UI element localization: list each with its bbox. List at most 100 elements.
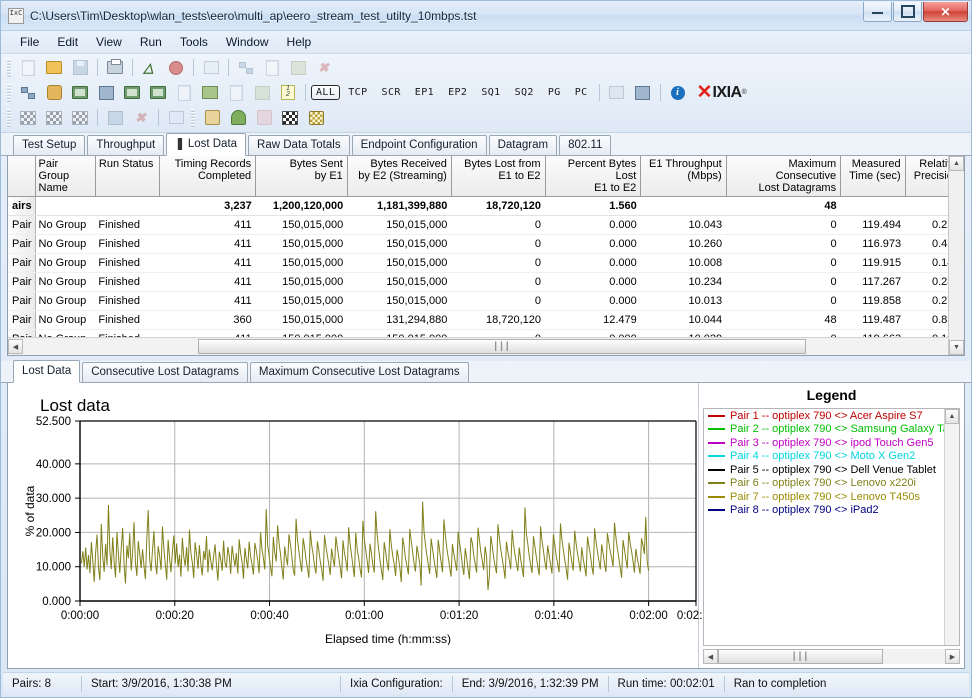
sort-ascending-button[interactable] xyxy=(103,106,127,129)
renumber-button[interactable]: 12 xyxy=(276,81,300,104)
column-header-2[interactable]: Run Status xyxy=(95,156,161,197)
column-header-6[interactable]: Bytes Lost from E1 to E2 xyxy=(451,156,546,197)
column-header-3[interactable]: Timing Records Completed xyxy=(159,156,257,197)
menu-file[interactable]: File xyxy=(11,33,48,51)
filter-pg-button[interactable]: PG xyxy=(542,87,567,98)
toolbar-grip[interactable] xyxy=(7,83,11,102)
hscroll-thumb[interactable]: ┃┃┃ xyxy=(198,339,806,354)
table-row[interactable]: Pair 3No GroupFinished411150,015,000150,… xyxy=(8,253,964,273)
menu-edit[interactable]: Edit xyxy=(48,33,87,51)
menu-run[interactable]: Run xyxy=(131,33,171,51)
column-header-7[interactable]: Percent Bytes Lost E1 to E2 xyxy=(545,156,642,197)
abort-button[interactable] xyxy=(252,106,276,129)
hscroll-track-left[interactable] xyxy=(23,339,198,354)
network-button[interactable] xyxy=(94,81,118,104)
tab-lost-data[interactable]: ❚ Lost Data xyxy=(166,133,247,156)
column-header-5[interactable]: Bytes Received by E2 (Streaming) xyxy=(347,156,452,197)
delete-button[interactable]: ✖ xyxy=(312,56,336,79)
legend-item[interactable]: Pair 7 -- optiplex 790 <> Lenovo T450s xyxy=(704,490,959,504)
save-button[interactable] xyxy=(68,56,92,79)
legend-scroll-left-button[interactable]: ◀ xyxy=(703,649,718,664)
legend-vertical-scrollbar[interactable]: ▲ xyxy=(944,409,959,645)
tab-datagram[interactable]: Datagram xyxy=(488,135,558,155)
tab-endpoint-configuration[interactable]: Endpoint Configuration xyxy=(351,135,487,155)
open-button[interactable] xyxy=(42,56,66,79)
legend-item[interactable]: Pair 3 -- optiplex 790 <> ipod Touch Gen… xyxy=(704,436,959,450)
column-header-0[interactable] xyxy=(8,156,36,197)
tab-test-setup[interactable]: Test Setup xyxy=(13,135,86,155)
menu-tools[interactable]: Tools xyxy=(171,33,217,51)
results-grid-body[interactable]: Pair Group Name Run Status Timing Records Co… xyxy=(8,156,964,337)
stop-test-button[interactable] xyxy=(164,56,188,79)
filter-ep1-button[interactable]: EP1 xyxy=(409,87,440,98)
table-row[interactable]: Pair 6No GroupFinished360150,015,000131,… xyxy=(8,310,964,330)
clear-results-button[interactable]: ✖ xyxy=(129,106,153,129)
legend-item[interactable]: Pair 4 -- optiplex 790 <> Moto X Gen2 xyxy=(704,450,959,464)
export-button[interactable] xyxy=(605,81,629,104)
legend-hscroll-thumb[interactable]: ┃┃┃ xyxy=(718,649,883,664)
validate-button[interactable] xyxy=(226,106,250,129)
run-test-button[interactable]: △ xyxy=(138,56,162,79)
chart-tab-lost-data[interactable]: Lost Data xyxy=(13,360,81,383)
toolbar-grip[interactable] xyxy=(7,58,11,77)
edit-script-button[interactable] xyxy=(172,81,196,104)
legend-horizontal-scrollbar[interactable]: ◀ ┃┃┃ ▶ xyxy=(703,648,960,665)
table-row[interactable]: Pair 7No GroupFinished411150,015,000150,… xyxy=(8,329,964,337)
group-button[interactable] xyxy=(164,106,188,129)
add-pair-button[interactable] xyxy=(16,81,40,104)
menu-window[interactable]: Window xyxy=(217,33,278,51)
filter-scr-button[interactable]: SCR xyxy=(376,87,407,98)
grid-horizontal-scrollbar[interactable]: ◀ ┃┃┃ ▶ xyxy=(8,337,964,355)
table-row[interactable]: Pair 5No GroupFinished411150,015,000150,… xyxy=(8,291,964,311)
filter-tcp-button[interactable]: TCP xyxy=(342,87,373,98)
endpoint1-button[interactable] xyxy=(68,81,92,104)
endpoint2-button[interactable] xyxy=(120,81,144,104)
toolbar-grip[interactable] xyxy=(191,108,195,127)
summary-row[interactable]: airs 3,237 1,200,120,000 1,181,399,880 18,72… xyxy=(8,196,964,216)
scroll-up-button[interactable]: ▲ xyxy=(949,156,964,171)
chart-throughput-button[interactable] xyxy=(16,106,40,129)
legend-hscroll-track[interactable] xyxy=(883,649,945,664)
chart-tab-maximum-consecutive-lost-datagrams[interactable]: Maximum Consecutive Lost Datagrams xyxy=(249,362,469,382)
column-header-10[interactable]: Measured Time (sec) xyxy=(840,156,906,197)
filter-sq2-button[interactable]: SQ2 xyxy=(509,87,540,98)
minimize-button[interactable] xyxy=(863,2,892,22)
tab-802-11[interactable]: 802.11 xyxy=(559,135,612,155)
filter-sq1-button[interactable]: SQ1 xyxy=(475,87,506,98)
tab-throughput[interactable]: Throughput xyxy=(87,135,165,155)
import-button[interactable] xyxy=(631,81,655,104)
filter-ep2-button[interactable]: EP2 xyxy=(442,87,473,98)
maximize-button[interactable] xyxy=(893,2,922,22)
menu-view[interactable]: View xyxy=(87,33,131,51)
column-header-4[interactable]: Bytes Sent by E1 xyxy=(255,156,348,197)
add-group-button[interactable] xyxy=(42,81,66,104)
copy-button[interactable] xyxy=(260,56,284,79)
toolbar-grip[interactable] xyxy=(7,108,11,127)
column-header-9[interactable]: Maximum Consecutive Lost Datagrams xyxy=(726,156,842,197)
endpoint-pair-button[interactable] xyxy=(146,81,170,104)
lost-data-chart[interactable]: Lost data 0.000 10.000 20.000 30.000 40.000 52… xyxy=(8,383,708,668)
results-button[interactable] xyxy=(304,106,328,129)
chart-response-button[interactable] xyxy=(42,106,66,129)
filter-pc-button[interactable]: PC xyxy=(569,87,594,98)
menu-help[interactable]: Help xyxy=(278,33,321,51)
finish-button[interactable] xyxy=(278,106,302,129)
print-button[interactable] xyxy=(103,56,127,79)
table-row[interactable]: Pair 2No GroupFinished411150,015,000150,… xyxy=(8,234,964,254)
legend-item[interactable]: Pair 1 -- optiplex 790 <> Acer Aspire S7 xyxy=(704,409,959,423)
scroll-left-button[interactable]: ◀ xyxy=(8,339,23,354)
cut-button[interactable] xyxy=(234,56,258,79)
grid-vertical-scrollbar[interactable]: ▲ ▼ xyxy=(948,156,964,355)
duplicate-button[interactable] xyxy=(224,81,248,104)
tab-raw-data-totals[interactable]: Raw Data Totals xyxy=(248,135,350,155)
paste-button[interactable] xyxy=(286,56,310,79)
hscroll-track-right[interactable] xyxy=(806,339,949,354)
new-button[interactable] xyxy=(16,56,40,79)
chart-tab-consecutive-lost-datagrams[interactable]: Consecutive Lost Datagrams xyxy=(82,362,248,382)
legend-item[interactable]: Pair 6 -- optiplex 790 <> Lenovo x220i xyxy=(704,477,959,491)
legend-item[interactable]: Pair 2 -- optiplex 790 <> Samsung Galaxy… xyxy=(704,423,959,437)
about-button[interactable]: i xyxy=(666,81,690,104)
properties-button[interactable] xyxy=(250,81,274,104)
chart-lost-button[interactable] xyxy=(68,106,92,129)
table-row[interactable]: Pair 1No GroupFinished411150,015,000150,… xyxy=(8,215,964,235)
